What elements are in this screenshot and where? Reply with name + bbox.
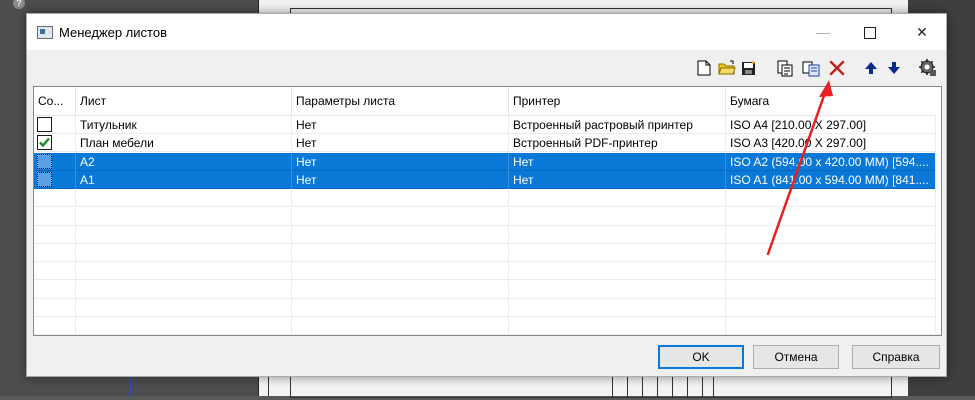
annotation-arrow xyxy=(766,80,833,256)
